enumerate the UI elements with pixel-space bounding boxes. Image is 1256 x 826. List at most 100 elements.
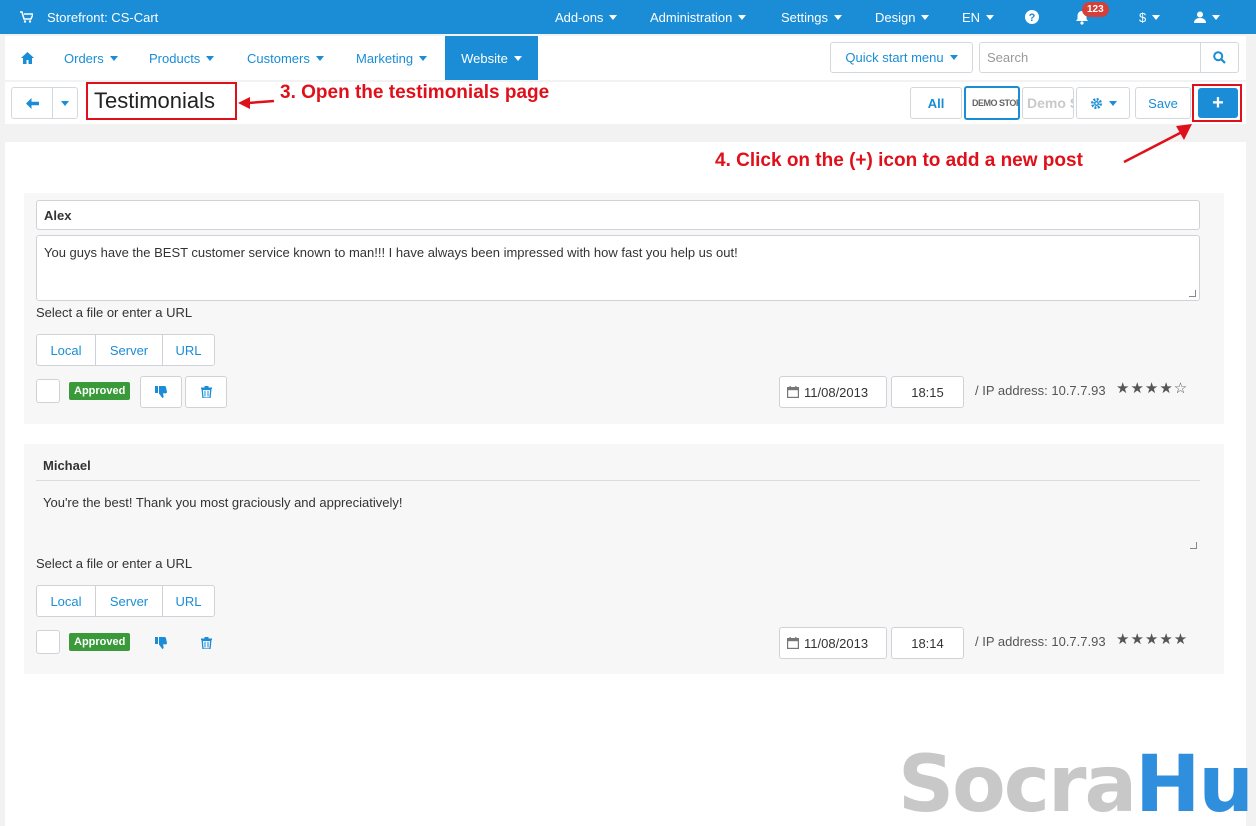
testimonial-post: Michael You're the best! Thank you most … (24, 444, 1224, 674)
thumbs-down-icon (155, 637, 167, 649)
top-bar: Storefront: CS-Cart Add-ons Administrati… (0, 0, 1256, 34)
settings-dropdown-button[interactable] (1076, 87, 1130, 119)
tab-server[interactable]: Server (96, 335, 163, 365)
arrow-left-annotation-icon (238, 97, 275, 109)
store-switch-demo-store-2[interactable]: Demo Sto (1022, 87, 1074, 119)
user-icon (1194, 11, 1206, 23)
all-stores-button[interactable]: All (910, 87, 962, 119)
nav-customers[interactable]: Customers (247, 36, 324, 80)
help-icon: ? (1025, 10, 1039, 24)
search-input[interactable] (979, 42, 1201, 73)
delete-button[interactable] (185, 627, 227, 659)
message-textarea[interactable]: You're the best! Thank you most gracious… (36, 486, 1200, 552)
tab-url[interactable]: URL (163, 586, 214, 616)
ip-address: / IP address: 10.7.7.93 (975, 634, 1106, 649)
date-field[interactable]: 11/08/2013 (779, 376, 887, 408)
calendar-icon (787, 637, 799, 649)
socrahub-watermark: SocraHub (898, 740, 1256, 826)
chevron-down-icon (833, 14, 842, 20)
save-button[interactable]: Save (1135, 87, 1191, 119)
store-switch-demo-store[interactable]: DEMO STORE (964, 86, 1020, 120)
rating-stars[interactable]: ★★★★★ (1116, 630, 1188, 648)
message-textarea[interactable]: You guys have the BEST customer service … (36, 235, 1200, 301)
resize-handle[interactable] (1190, 542, 1197, 549)
trash-icon (200, 637, 212, 649)
annotation-step-3: 3. Open the testimonials page (280, 82, 550, 103)
notifications-badge: 123 (1082, 2, 1109, 17)
chevron-down-icon (109, 55, 118, 61)
disapprove-button[interactable] (140, 376, 182, 408)
chevron-down-icon (1152, 14, 1161, 20)
chevron-down-icon (1212, 14, 1220, 20)
history-dropdown-button[interactable] (52, 87, 78, 119)
file-source-tabs: Local Server URL (36, 334, 215, 366)
search-button[interactable] (1200, 42, 1239, 73)
date-field[interactable]: 11/08/2013 (779, 627, 887, 659)
nav-orders[interactable]: Orders (64, 36, 118, 80)
chevron-down-icon (738, 14, 747, 20)
nav-products[interactable]: Products (149, 36, 215, 80)
storefront-link[interactable]: Storefront: CS-Cart (20, 0, 158, 34)
time-field[interactable]: 18:14 (891, 627, 964, 659)
search-icon (1213, 51, 1226, 64)
gear-icon (1090, 97, 1102, 109)
testimonial-post: Alex You guys have the BEST customer ser… (24, 193, 1224, 424)
delete-button[interactable] (185, 376, 227, 408)
trash-icon (200, 386, 212, 398)
nav-website[interactable]: Website (445, 36, 538, 80)
user-menu[interactable] (1194, 0, 1220, 34)
store-logo-text: Demo Sto (1027, 95, 1073, 111)
author-name-field[interactable]: Alex (36, 200, 1200, 230)
tab-server[interactable]: Server (96, 586, 163, 616)
quick-start-menu-button[interactable]: Quick start menu (830, 42, 973, 73)
calendar-icon (787, 386, 799, 398)
chevron-down-icon (315, 55, 324, 61)
resize-handle[interactable] (1189, 290, 1196, 297)
chevron-down-icon (419, 55, 428, 61)
annotation-step-4: 4. Click on the (+) icon to add a new po… (715, 150, 1083, 171)
tab-local[interactable]: Local (37, 335, 96, 365)
disapprove-button[interactable] (140, 627, 182, 659)
select-checkbox[interactable] (36, 630, 60, 654)
chevron-down-icon (513, 55, 522, 61)
home-button[interactable] (21, 36, 34, 80)
time-field[interactable]: 18:15 (891, 376, 964, 408)
status-badge[interactable]: Approved (69, 382, 131, 400)
addons-menu[interactable]: Add-ons (555, 0, 618, 34)
ip-address: / IP address: 10.7.7.93 (975, 383, 1106, 398)
chevron-down-icon (206, 55, 215, 61)
language-menu[interactable]: EN (962, 0, 995, 34)
plus-icon: + (1212, 91, 1224, 114)
settings-menu[interactable]: Settings (781, 0, 842, 34)
nav-marketing[interactable]: Marketing (356, 36, 428, 80)
file-upload-label: Select a file or enter a URL (36, 556, 193, 571)
arrow-up-annotation-icon (1123, 124, 1192, 164)
rating-stars[interactable]: ★★★★☆ (1116, 379, 1188, 397)
help-button[interactable]: ? (1025, 0, 1039, 34)
chevron-down-icon (61, 100, 69, 106)
select-checkbox[interactable] (36, 379, 60, 403)
tab-local[interactable]: Local (37, 586, 96, 616)
svg-text:?: ? (1029, 12, 1036, 24)
add-testimonial-button[interactable]: + (1198, 88, 1238, 118)
currency-menu[interactable]: $ (1139, 0, 1161, 34)
administration-menu[interactable]: Administration (650, 0, 747, 34)
storefront-label: Storefront: CS-Cart (47, 9, 159, 25)
tab-url[interactable]: URL (163, 335, 214, 365)
author-name-field[interactable]: Michael (36, 451, 1200, 481)
page-title: Testimonials (86, 82, 237, 120)
design-menu[interactable]: Design (875, 0, 930, 34)
chevron-down-icon (949, 55, 958, 60)
file-source-tabs: Local Server URL (36, 585, 215, 617)
file-upload-label: Select a file or enter a URL (36, 305, 193, 320)
status-badge[interactable]: Approved (69, 633, 131, 651)
chevron-down-icon (1108, 100, 1117, 106)
home-icon (21, 52, 34, 64)
arrow-left-icon (25, 97, 39, 109)
chevron-down-icon (921, 14, 930, 20)
chevron-down-icon (986, 14, 995, 20)
chevron-down-icon (609, 14, 618, 20)
store-logo-text: DEMO STORE (972, 98, 1018, 108)
back-button[interactable] (11, 87, 53, 119)
cart-icon (20, 11, 33, 23)
